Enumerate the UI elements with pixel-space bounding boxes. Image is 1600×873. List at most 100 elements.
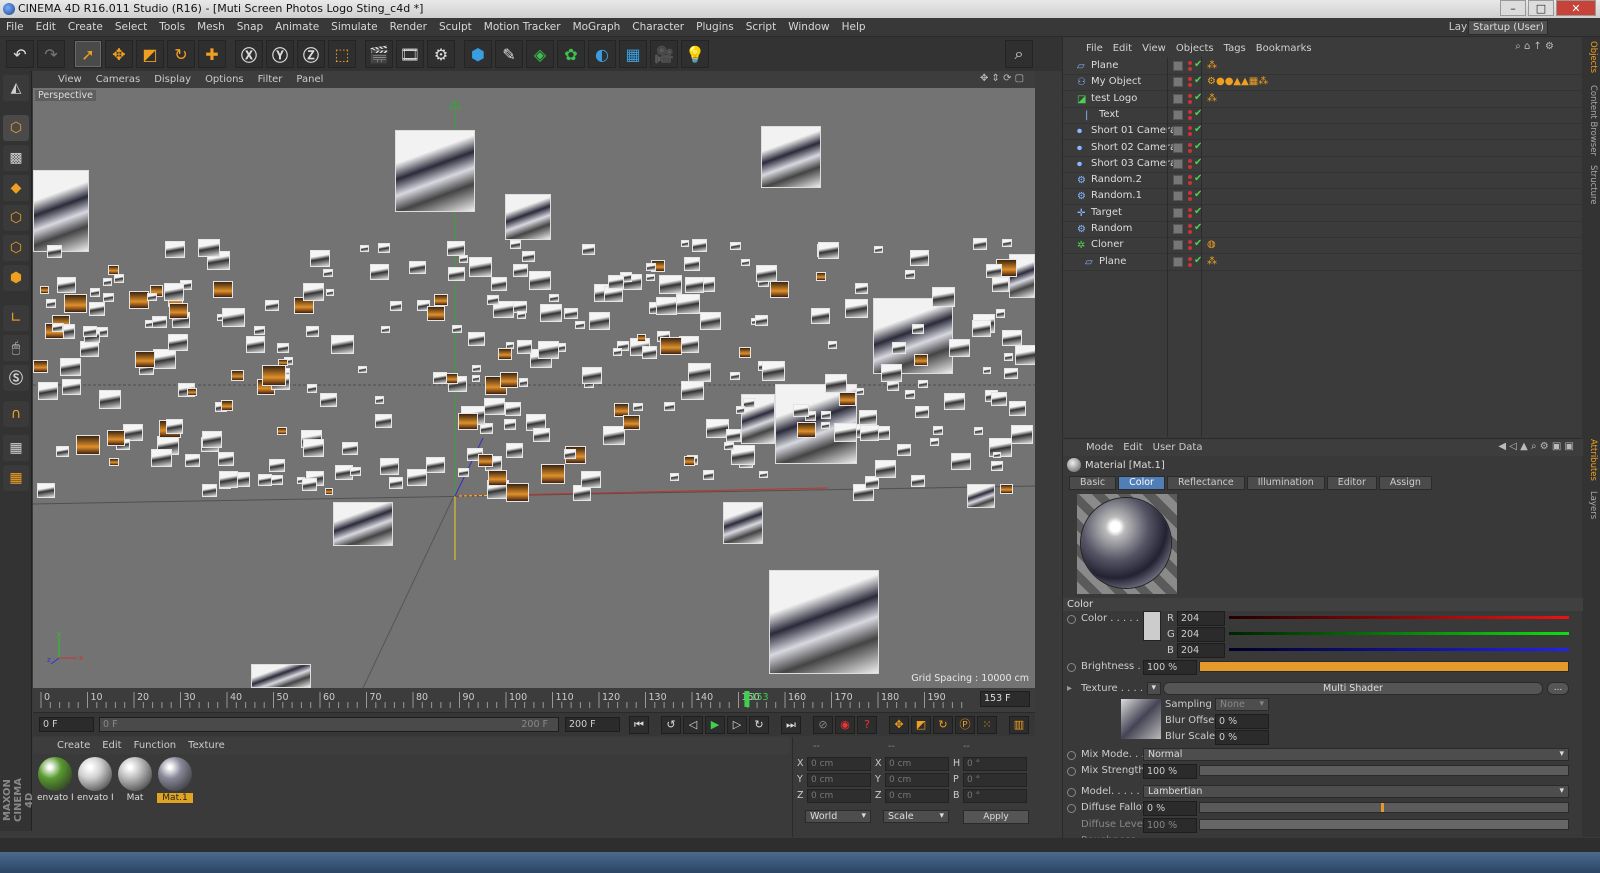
attribute-menu-mode[interactable]: Mode bbox=[1081, 442, 1118, 453]
maximize-icon[interactable]: □ bbox=[1528, 0, 1554, 16]
model-animate-dot[interactable] bbox=[1067, 788, 1076, 797]
diffuse-falloff-animate-dot[interactable] bbox=[1067, 804, 1076, 813]
layer-checkbox[interactable] bbox=[1173, 191, 1183, 202]
tab-layers[interactable]: Layers bbox=[1584, 491, 1598, 519]
color-animate-dot[interactable] bbox=[1067, 615, 1076, 624]
go-to-start-icon[interactable]: ⏮ bbox=[629, 716, 649, 734]
timeline[interactable]: 0 10 20 30 40 50 60 70 80 90 100 110 120 130 140 150 160… bbox=[33, 688, 1035, 712]
y-axis-lock-icon[interactable]: Ⓨ bbox=[266, 40, 294, 68]
coord-field[interactable]: 0 ° bbox=[963, 757, 1027, 771]
subdivision-surface-icon[interactable]: ◈ bbox=[526, 40, 554, 68]
color-swatch[interactable] bbox=[1143, 611, 1161, 641]
coord-field[interactable]: 0 cm bbox=[885, 773, 949, 787]
last-tool-icon[interactable]: ✚ bbox=[198, 40, 226, 68]
previous-key-icon[interactable]: ↺ bbox=[661, 716, 681, 734]
layer-checkbox[interactable] bbox=[1173, 61, 1183, 71]
sampling-select[interactable]: None bbox=[1215, 698, 1269, 711]
edges-mode-icon[interactable]: ⬡ bbox=[3, 235, 29, 261]
menu-select[interactable]: Select bbox=[109, 21, 153, 33]
menu-edit[interactable]: Edit bbox=[30, 21, 62, 33]
object-row[interactable]: ✛ Target ✔ bbox=[1063, 206, 1583, 222]
editor-visibility-dot[interactable] bbox=[1188, 142, 1192, 147]
material-item[interactable]: Mat.1 bbox=[157, 757, 193, 803]
render-picture-viewer-icon[interactable]: 🎞 bbox=[396, 40, 424, 68]
object-row[interactable]: ✲ Cloner ✔ ◍ bbox=[1063, 238, 1583, 255]
material-menu-texture[interactable]: Texture bbox=[182, 740, 231, 751]
record-keys-icon[interactable]: ⊘ bbox=[813, 716, 833, 734]
undo-icon[interactable]: ↶ bbox=[6, 40, 34, 68]
menu-render[interactable]: Render bbox=[384, 21, 433, 33]
object-menu-edit[interactable]: Edit bbox=[1108, 43, 1137, 54]
diffuse-falloff-field[interactable]: 0 % bbox=[1143, 801, 1197, 816]
tweak-mode-icon[interactable]: 🖱 bbox=[3, 335, 29, 361]
editor-visibility-dot[interactable] bbox=[1188, 224, 1192, 228]
workplane-icon[interactable]: ▦ bbox=[3, 435, 29, 461]
diffuse-falloff-slider[interactable] bbox=[1199, 802, 1569, 813]
timeline-ruler[interactable]: 0 10 20 30 40 50 60 70 80 90 100 110 120 130 140 150 160… bbox=[39, 690, 969, 708]
live-selection-icon[interactable]: ➚ bbox=[74, 40, 102, 68]
coord-field[interactable]: 0 cm bbox=[807, 773, 871, 787]
object-menu-file[interactable]: File bbox=[1081, 43, 1108, 54]
menu-tools[interactable]: Tools bbox=[153, 21, 191, 33]
coord-field[interactable]: 0 cm bbox=[807, 757, 871, 771]
coord-field[interactable]: 0 cm bbox=[885, 789, 949, 803]
editor-visibility-dot[interactable] bbox=[1188, 191, 1192, 196]
search-icon[interactable]: ⌕ bbox=[1005, 40, 1033, 68]
render-visibility-dot[interactable] bbox=[1188, 132, 1192, 137]
material-menu-create[interactable]: Create bbox=[51, 740, 96, 751]
light-icon[interactable]: 💡 bbox=[681, 40, 709, 68]
object-row[interactable]: ⚙ Random.1 ✔ bbox=[1063, 189, 1583, 206]
editor-visibility-dot[interactable] bbox=[1188, 240, 1192, 245]
editor-visibility-dot[interactable] bbox=[1188, 109, 1192, 114]
close-icon[interactable]: ✕ bbox=[1556, 0, 1596, 16]
green-field[interactable]: 204 bbox=[1177, 627, 1225, 642]
start-frame-field[interactable]: 0 F bbox=[39, 717, 94, 732]
object-menu-view[interactable]: View bbox=[1137, 43, 1171, 54]
coord-field[interactable]: 0 cm bbox=[807, 789, 871, 803]
playhead[interactable] bbox=[744, 691, 750, 707]
redo-icon[interactable]: ↷ bbox=[37, 40, 65, 68]
coord-field[interactable]: 0 ° bbox=[963, 789, 1027, 803]
autokey-icon[interactable]: ? bbox=[857, 716, 877, 734]
edit-render-settings-icon[interactable]: ⚙ bbox=[427, 40, 455, 68]
coord-field[interactable]: 0 ° bbox=[963, 773, 1027, 787]
play-icon[interactable]: ▶ bbox=[705, 716, 725, 734]
menu-snap[interactable]: Snap bbox=[231, 21, 269, 33]
locked-workplane-icon[interactable]: ▦ bbox=[3, 465, 29, 491]
texture-mode-icon[interactable]: ▩ bbox=[3, 145, 29, 171]
menu-sculpt[interactable]: Sculpt bbox=[433, 21, 478, 33]
menu-create[interactable]: Create bbox=[62, 21, 109, 33]
material-preview[interactable] bbox=[1077, 494, 1177, 594]
record-active-icon[interactable]: ◉ bbox=[835, 716, 855, 734]
apply-button[interactable]: Apply bbox=[963, 810, 1029, 824]
attribute-nav-icons[interactable]: ◀ ◁ ▲ ⌕ ⚙ ▣ ▣ bbox=[1498, 441, 1574, 452]
material-menu-edit[interactable]: Edit bbox=[96, 740, 127, 751]
workplane-mode-icon[interactable]: ◆ bbox=[3, 175, 29, 201]
menu-file[interactable]: File bbox=[0, 21, 30, 33]
tag-icon[interactable]: ⁂ bbox=[1207, 60, 1217, 71]
tab-color[interactable]: Color bbox=[1118, 476, 1165, 490]
menu-script[interactable]: Script bbox=[740, 21, 782, 33]
render-visibility-dot[interactable] bbox=[1188, 246, 1192, 251]
menu-mesh[interactable]: Mesh bbox=[191, 21, 231, 33]
model-mode-icon[interactable]: ⬡ bbox=[3, 115, 29, 141]
solo-icon[interactable]: Ⓢ bbox=[3, 365, 29, 391]
key-parameter-icon[interactable]: Ⓟ bbox=[955, 716, 975, 734]
editor-visibility-dot[interactable] bbox=[1188, 93, 1192, 98]
make-editable-icon[interactable]: ◭ bbox=[3, 75, 29, 101]
previous-frame-icon[interactable]: ◁ bbox=[683, 716, 703, 734]
key-pla-icon[interactable]: ⁙ bbox=[977, 716, 997, 734]
tab-editor[interactable]: Editor bbox=[1326, 476, 1377, 490]
brightness-slider[interactable] bbox=[1199, 661, 1569, 672]
go-to-end-icon[interactable]: ⏭ bbox=[781, 716, 801, 734]
editor-visibility-dot[interactable] bbox=[1188, 61, 1192, 65]
end-frame-field[interactable]: 200 F bbox=[565, 717, 620, 732]
menu-motion-tracker[interactable]: Motion Tracker bbox=[478, 21, 567, 33]
coordinate-system-icon[interactable]: ⬚ bbox=[328, 40, 356, 68]
snap-icon[interactable]: ∩ bbox=[3, 401, 29, 427]
layout-select[interactable]: Startup (User) bbox=[1468, 20, 1548, 35]
diffuse-level-field[interactable]: 100 % bbox=[1143, 818, 1197, 833]
viewport-nav-icons[interactable]: ✥ ⇕ ⟳ ▢ bbox=[980, 73, 1024, 84]
diffuse-level-slider[interactable] bbox=[1199, 819, 1569, 830]
tag-icon[interactable]: ⚙●●▲▲▦⁂ bbox=[1207, 76, 1268, 87]
